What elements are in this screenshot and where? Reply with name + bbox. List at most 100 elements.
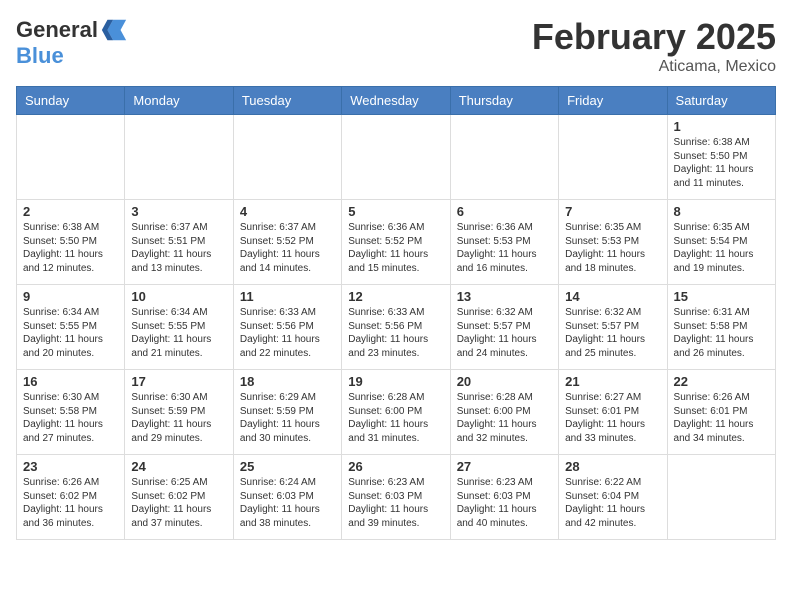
day-info: Sunrise: 6:28 AM Sunset: 6:00 PM Dayligh… bbox=[457, 391, 552, 445]
calendar-cell bbox=[342, 115, 450, 200]
day-number: 11 bbox=[240, 289, 335, 304]
day-number: 4 bbox=[240, 204, 335, 219]
day-number: 10 bbox=[131, 289, 226, 304]
calendar-cell: 16 Sunrise: 6:30 AM Sunset: 5:58 PM Dayli… bbox=[17, 370, 125, 455]
day-number: 18 bbox=[240, 374, 335, 389]
day-number: 8 bbox=[674, 204, 769, 219]
calendar-cell: 26 Sunrise: 6:23 AM Sunset: 6:03 PM Dayli… bbox=[342, 455, 450, 540]
calendar-week-row: 1 Sunrise: 6:38 AM Sunset: 5:50 PM Daylig… bbox=[17, 115, 776, 200]
day-number: 27 bbox=[457, 459, 552, 474]
day-info: Sunrise: 6:32 AM Sunset: 5:57 PM Dayligh… bbox=[457, 306, 552, 360]
calendar-cell: 2 Sunrise: 6:38 AM Sunset: 5:50 PM Daylig… bbox=[17, 200, 125, 285]
calendar-cell: 20 Sunrise: 6:28 AM Sunset: 6:00 PM Dayli… bbox=[450, 370, 558, 455]
day-info: Sunrise: 6:35 AM Sunset: 5:53 PM Dayligh… bbox=[565, 221, 660, 275]
calendar-cell: 7 Sunrise: 6:35 AM Sunset: 5:53 PM Daylig… bbox=[559, 200, 667, 285]
day-number: 7 bbox=[565, 204, 660, 219]
day-info: Sunrise: 6:23 AM Sunset: 6:03 PM Dayligh… bbox=[348, 476, 443, 530]
day-number: 5 bbox=[348, 204, 443, 219]
day-number: 28 bbox=[565, 459, 660, 474]
calendar-cell: 22Sunrise: 6:26 AM Sunset: 6:01 PM Dayli… bbox=[667, 370, 775, 455]
day-number: 12 bbox=[348, 289, 443, 304]
calendar-cell: 21 Sunrise: 6:27 AM Sunset: 6:01 PM Dayli… bbox=[559, 370, 667, 455]
calendar-cell: 23Sunrise: 6:26 AM Sunset: 6:02 PM Dayli… bbox=[17, 455, 125, 540]
calendar-cell: 18 Sunrise: 6:29 AM Sunset: 5:59 PM Dayli… bbox=[233, 370, 341, 455]
day-info: Sunrise: 6:26 AM Sunset: 6:02 PM Dayligh… bbox=[23, 476, 118, 530]
calendar-week-row: 16 Sunrise: 6:30 AM Sunset: 5:58 PM Dayli… bbox=[17, 370, 776, 455]
day-number: 21 bbox=[565, 374, 660, 389]
weekday-header-saturday: Saturday bbox=[667, 87, 775, 115]
weekday-header-thursday: Thursday bbox=[450, 87, 558, 115]
calendar-cell: 17 Sunrise: 6:30 AM Sunset: 5:59 PM Dayli… bbox=[125, 370, 233, 455]
calendar-cell: 11 Sunrise: 6:33 AM Sunset: 5:56 PM Dayli… bbox=[233, 285, 341, 370]
day-number: 26 bbox=[348, 459, 443, 474]
weekday-header-wednesday: Wednesday bbox=[342, 87, 450, 115]
day-number: 25 bbox=[240, 459, 335, 474]
calendar-cell: 28 Sunrise: 6:22 AM Sunset: 6:04 PM Dayli… bbox=[559, 455, 667, 540]
day-info: Sunrise: 6:22 AM Sunset: 6:04 PM Dayligh… bbox=[565, 476, 660, 530]
calendar-cell: 10 Sunrise: 6:34 AM Sunset: 5:55 PM Dayli… bbox=[125, 285, 233, 370]
calendar-cell: 5Sunrise: 6:36 AM Sunset: 5:52 PM Daylig… bbox=[342, 200, 450, 285]
day-number: 24 bbox=[131, 459, 226, 474]
day-info: Sunrise: 6:36 AM Sunset: 5:53 PM Dayligh… bbox=[457, 221, 552, 275]
day-info: Sunrise: 6:33 AM Sunset: 5:56 PM Dayligh… bbox=[240, 306, 335, 360]
logo-flag-icon bbox=[100, 16, 128, 44]
calendar-table: SundayMondayTuesdayWednesdayThursdayFrid… bbox=[16, 86, 776, 540]
calendar-week-row: 9 Sunrise: 6:34 AM Sunset: 5:55 PM Daylig… bbox=[17, 285, 776, 370]
day-number: 20 bbox=[457, 374, 552, 389]
calendar-cell: 24Sunrise: 6:25 AM Sunset: 6:02 PM Dayli… bbox=[125, 455, 233, 540]
month-title: February 2025 bbox=[532, 16, 776, 58]
day-info: Sunrise: 6:35 AM Sunset: 5:54 PM Dayligh… bbox=[674, 221, 769, 275]
day-info: Sunrise: 6:27 AM Sunset: 6:01 PM Dayligh… bbox=[565, 391, 660, 445]
day-info: Sunrise: 6:37 AM Sunset: 5:52 PM Dayligh… bbox=[240, 221, 335, 275]
calendar-cell: 27 Sunrise: 6:23 AM Sunset: 6:03 PM Dayli… bbox=[450, 455, 558, 540]
day-info: Sunrise: 6:38 AM Sunset: 5:50 PM Dayligh… bbox=[23, 221, 118, 275]
logo: General Blue bbox=[16, 16, 128, 68]
logo-blue-text: Blue bbox=[16, 43, 64, 68]
day-info: Sunrise: 6:28 AM Sunset: 6:00 PM Dayligh… bbox=[348, 391, 443, 445]
calendar-cell: 6 Sunrise: 6:36 AM Sunset: 5:53 PM Daylig… bbox=[450, 200, 558, 285]
calendar-cell: 8 Sunrise: 6:35 AM Sunset: 5:54 PM Daylig… bbox=[667, 200, 775, 285]
day-info: Sunrise: 6:31 AM Sunset: 5:58 PM Dayligh… bbox=[674, 306, 769, 360]
calendar-week-row: 23Sunrise: 6:26 AM Sunset: 6:02 PM Dayli… bbox=[17, 455, 776, 540]
calendar-cell bbox=[17, 115, 125, 200]
day-number: 2 bbox=[23, 204, 118, 219]
day-number: 17 bbox=[131, 374, 226, 389]
calendar-header-row: SundayMondayTuesdayWednesdayThursdayFrid… bbox=[17, 87, 776, 115]
day-number: 1 bbox=[674, 119, 769, 134]
logo-general-text: General bbox=[16, 18, 98, 42]
day-info: Sunrise: 6:30 AM Sunset: 5:58 PM Dayligh… bbox=[23, 391, 118, 445]
day-info: Sunrise: 6:29 AM Sunset: 5:59 PM Dayligh… bbox=[240, 391, 335, 445]
weekday-header-sunday: Sunday bbox=[17, 87, 125, 115]
calendar-cell: 9 Sunrise: 6:34 AM Sunset: 5:55 PM Daylig… bbox=[17, 285, 125, 370]
day-info: Sunrise: 6:23 AM Sunset: 6:03 PM Dayligh… bbox=[457, 476, 552, 530]
title-block: February 2025 Aticama, Mexico bbox=[532, 16, 776, 76]
calendar-cell: 4 Sunrise: 6:37 AM Sunset: 5:52 PM Daylig… bbox=[233, 200, 341, 285]
day-number: 19 bbox=[348, 374, 443, 389]
calendar-cell bbox=[667, 455, 775, 540]
page-header: General Blue February 2025 Aticama, Mexi… bbox=[16, 16, 776, 76]
day-info: Sunrise: 6:30 AM Sunset: 5:59 PM Dayligh… bbox=[131, 391, 226, 445]
calendar-cell bbox=[125, 115, 233, 200]
weekday-header-tuesday: Tuesday bbox=[233, 87, 341, 115]
calendar-week-row: 2 Sunrise: 6:38 AM Sunset: 5:50 PM Daylig… bbox=[17, 200, 776, 285]
day-number: 14 bbox=[565, 289, 660, 304]
day-number: 22 bbox=[674, 374, 769, 389]
day-number: 6 bbox=[457, 204, 552, 219]
day-number: 9 bbox=[23, 289, 118, 304]
day-number: 13 bbox=[457, 289, 552, 304]
day-info: Sunrise: 6:24 AM Sunset: 6:03 PM Dayligh… bbox=[240, 476, 335, 530]
calendar-cell bbox=[450, 115, 558, 200]
day-number: 16 bbox=[23, 374, 118, 389]
day-info: Sunrise: 6:33 AM Sunset: 5:56 PM Dayligh… bbox=[348, 306, 443, 360]
calendar-cell: 13 Sunrise: 6:32 AM Sunset: 5:57 PM Dayli… bbox=[450, 285, 558, 370]
day-info: Sunrise: 6:38 AM Sunset: 5:50 PM Dayligh… bbox=[674, 136, 769, 190]
calendar-cell: 25 Sunrise: 6:24 AM Sunset: 6:03 PM Dayli… bbox=[233, 455, 341, 540]
day-info: Sunrise: 6:32 AM Sunset: 5:57 PM Dayligh… bbox=[565, 306, 660, 360]
day-info: Sunrise: 6:34 AM Sunset: 5:55 PM Dayligh… bbox=[131, 306, 226, 360]
day-info: Sunrise: 6:34 AM Sunset: 5:55 PM Dayligh… bbox=[23, 306, 118, 360]
calendar-cell: 3Sunrise: 6:37 AM Sunset: 5:51 PM Daylig… bbox=[125, 200, 233, 285]
day-number: 15 bbox=[674, 289, 769, 304]
day-number: 3 bbox=[131, 204, 226, 219]
weekday-header-friday: Friday bbox=[559, 87, 667, 115]
calendar-cell bbox=[233, 115, 341, 200]
